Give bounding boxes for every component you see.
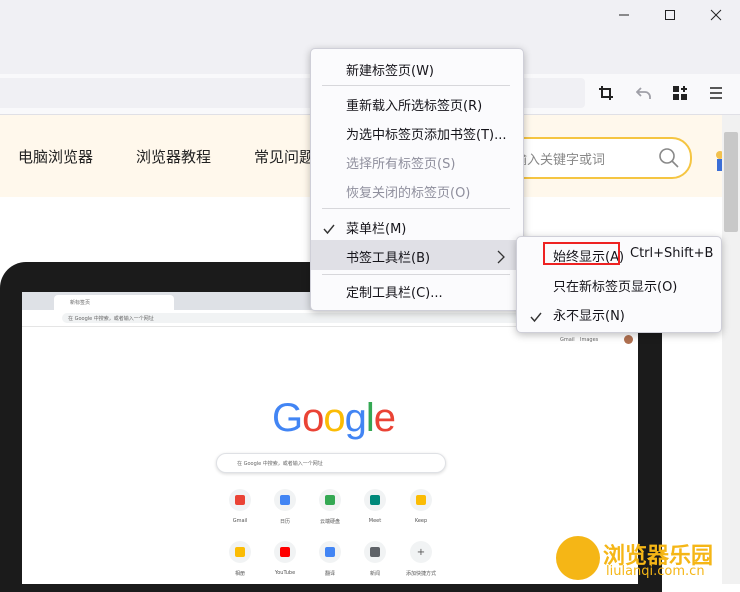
- chevron-right-icon: [496, 249, 506, 268]
- menu-item-new-tab[interactable]: 新建标签页(W): [346, 60, 434, 79]
- logo-letter-l: l: [365, 396, 375, 440]
- mini-gmail-link: Gmail: [560, 337, 575, 343]
- mini-shortcut-icon: [274, 541, 296, 563]
- menu-separator: [322, 274, 510, 275]
- mascot-image: [712, 150, 724, 176]
- submenu-item-never-show[interactable]: 永不显示(N): [553, 305, 625, 324]
- menu-item-restore-tab: 恢复关闭的标签页(O): [346, 186, 471, 201]
- mini-shortcut-label: 添加快捷方式: [405, 571, 436, 577]
- nav-link-tutorials[interactable]: 浏览器教程: [136, 146, 211, 167]
- mini-shortcut-icon: [229, 541, 251, 563]
- mini-search-placeholder: 在 Google 中搜索，或者输入一个网址: [237, 461, 323, 467]
- mini-omnibox-text: 在 Google 中搜索，或者输入一个网址: [68, 316, 154, 322]
- nav-link-browsers[interactable]: 电脑浏览器: [18, 146, 93, 167]
- mini-shortcut-label: Gmail: [232, 518, 248, 524]
- nav-link-faq[interactable]: 常见问题: [254, 146, 314, 167]
- mini-shortcut-label: Keep: [414, 518, 428, 524]
- mini-shortcut-icon: [410, 489, 432, 511]
- mini-shortcut-label: YouTube: [274, 570, 296, 576]
- menu-item-customize-toolbar[interactable]: 定制工具栏(C)...: [346, 282, 443, 301]
- mini-avatar: [624, 335, 633, 344]
- highlight-box: [543, 242, 620, 265]
- minimize-icon[interactable]: [611, 4, 637, 26]
- maximize-icon[interactable]: [657, 4, 683, 26]
- mini-shortcut-label: 日历: [279, 519, 290, 525]
- watermark-logo: [556, 536, 600, 580]
- mini-images-link: Images: [580, 337, 599, 343]
- mini-shortcut-icon: [319, 541, 341, 563]
- scrollbar-thumb[interactable]: [724, 132, 738, 232]
- submenu-shortcut: Ctrl+Shift+B: [630, 246, 714, 261]
- menu-item-bookmark-tabs[interactable]: 为选中标签页添加书签(T)...: [346, 124, 506, 143]
- crop-icon[interactable]: [594, 82, 618, 104]
- check-icon: [530, 308, 542, 327]
- menu-item-reload-tabs[interactable]: 重新载入所选标签页(R): [346, 95, 482, 114]
- mini-shortcut-icon: [364, 541, 386, 563]
- submenu-item-new-tab-only[interactable]: 只在新标签页显示(O): [553, 276, 677, 295]
- mini-shortcut-icon: +: [410, 541, 432, 563]
- menu-item-select-all-tabs: 选择所有标签页(S): [346, 157, 456, 172]
- mini-shortcut-label: 翻译: [324, 571, 335, 577]
- menu-separator: [322, 85, 510, 86]
- menu-item-bookmarks-toolbar[interactable]: 书签工具栏(B): [346, 247, 430, 266]
- mini-tab-title: 新标签页: [70, 300, 91, 306]
- logo-letter-g: G: [272, 396, 303, 440]
- menu-icon[interactable]: [704, 82, 728, 104]
- mini-google-search: 在 Google 中搜索，或者输入一个网址: [216, 453, 446, 473]
- undo-icon[interactable]: [632, 82, 656, 104]
- logo-letter-e: e: [373, 396, 396, 440]
- mini-shortcut-label: Meet: [368, 518, 382, 524]
- search-placeholder: 输入关键字或词: [514, 153, 606, 168]
- logo-letter-g2: g: [344, 396, 367, 440]
- check-icon: [323, 220, 335, 239]
- close-icon[interactable]: [703, 4, 729, 26]
- mini-shortcut-label: 云端硬盘: [319, 519, 340, 525]
- mini-shortcut-icon: [364, 489, 386, 511]
- logo-letter-o2: o: [323, 396, 345, 440]
- google-logo: Google: [272, 396, 396, 441]
- mini-shortcut-icon: [229, 489, 251, 511]
- mini-shortcut-icon: [319, 489, 341, 511]
- menu-separator: [322, 208, 510, 209]
- extensions-icon[interactable]: [668, 82, 692, 104]
- logo-letter-o1: o: [302, 396, 324, 440]
- mini-shortcut-label: 新闻: [369, 571, 380, 577]
- mini-shortcut-icon: [274, 489, 296, 511]
- mini-shortcut-label: 相册: [234, 571, 245, 577]
- search-icon[interactable]: [658, 147, 680, 173]
- watermark-url: liulanqi.com.cn: [606, 564, 705, 579]
- mini-tab: 新标签页: [54, 295, 174, 310]
- tab-context-menu: [310, 48, 524, 311]
- menu-item-menu-bar[interactable]: 菜单栏(M): [346, 218, 406, 237]
